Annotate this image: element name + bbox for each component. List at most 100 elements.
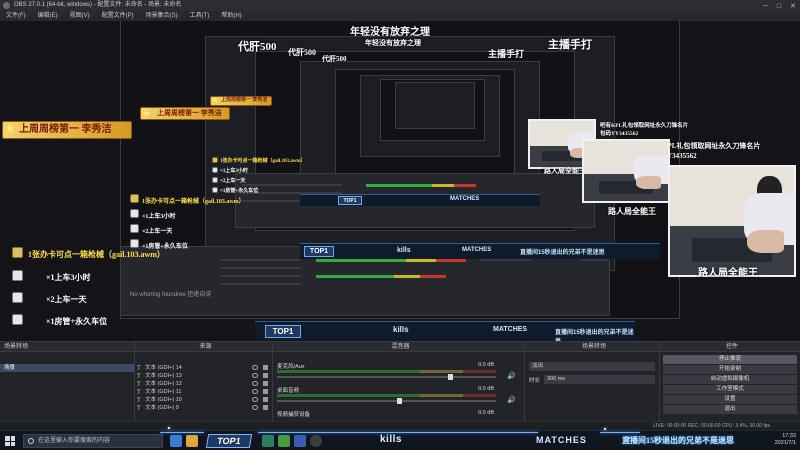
ribbon-weekly-rank-2: ★ 上周周榜第一 李秀洁: [140, 107, 230, 120]
menu-view[interactable]: 视图(V): [64, 11, 96, 21]
menu-file[interactable]: 文件(F): [0, 11, 32, 21]
controls-body: 停止推流 开始录制 启动虚拟摄像机 工作室模式 设置 退出: [660, 352, 800, 421]
duration-row: 时长 300 ms: [529, 375, 655, 384]
browser-icon[interactable]: [294, 435, 306, 447]
lock-icon[interactable]: [263, 373, 268, 378]
scenes-list[interactable]: 场景: [0, 352, 134, 421]
mixer-body: 麦克风/Aux 0.0 dB 🔊 桌面音频 0.0 dB 🔊 视频捕获设备 0.0 d…: [273, 352, 524, 421]
checklist-intro: 1张办卡可点一箱枪械（gail.103.awm）: [28, 250, 165, 259]
source-item[interactable]: T 文本 (GDI+) 12: [135, 380, 272, 388]
eye-icon[interactable]: [252, 397, 258, 402]
stop-streaming-button[interactable]: 停止推流: [663, 355, 797, 364]
exit-button[interactable]: 退出: [663, 405, 797, 414]
scenes-dock-title: 场景转场: [0, 342, 134, 352]
lock-icon[interactable]: [263, 389, 268, 394]
virtual-camera-button[interactable]: 启动虚拟摄像机: [663, 375, 797, 384]
star-icon: ★: [143, 109, 151, 118]
menu-profile[interactable]: 配置文件(P): [96, 11, 140, 21]
speaker-icon[interactable]: 🔊: [507, 396, 516, 404]
car-icon: [12, 292, 23, 303]
docks-panel: No whoring foundree 拒绝自说 场景转场 场景 +−⌃⌄ 来源…: [0, 341, 800, 431]
store-icon[interactable]: [262, 435, 274, 447]
mixer-dock: 混音器 麦克风/Aux 0.0 dB 🔊 桌面音频 0.0 dB 🔊 视频捕获设备 0…: [273, 342, 525, 431]
source-item[interactable]: T 文本 (GDI+) 10: [135, 396, 272, 404]
cam-label-medium: 路人局全能王: [608, 207, 656, 216]
hud-bar-small: TOP1 MATCHES: [300, 194, 540, 206]
system-clock[interactable]: 17:33 2021/7/1: [775, 433, 796, 447]
controls-dock: 控件 停止推流 开始录制 启动虚拟摄像机 工作室模式 设置 退出: [660, 342, 800, 431]
window-titlebar: OBS 27.0.1 (64-bit, windows) - 配置文件: 未命名…: [0, 0, 800, 11]
banner-left-top: 代肝500: [238, 41, 277, 53]
preview-canvas[interactable]: TOP1 MATCHES TOP1 kills MATCHES 直播间15秒退出…: [0, 21, 800, 341]
banner-right-large: 主播手打: [548, 39, 592, 51]
text-source-icon: T: [137, 406, 141, 412]
scene-item[interactable]: 场景: [0, 364, 134, 372]
source-item[interactable]: T 文本 (GDI+) 9: [135, 404, 272, 412]
taskbar-search-input[interactable]: 在这里输入你要搜索的内容: [23, 434, 163, 448]
lock-icon[interactable]: [263, 397, 268, 402]
eye-icon[interactable]: [252, 373, 258, 378]
matches-label: MATCHES: [536, 435, 587, 445]
car-icon: [12, 270, 23, 281]
eye-icon[interactable]: [252, 405, 258, 410]
overlay-title-small: 年轻没有放弃之理: [365, 39, 421, 47]
banner-right-top: 主播手打: [488, 49, 525, 59]
mixer-track-desktop: 桌面音频 0.0 dB 🔊: [277, 386, 516, 404]
settings-button[interactable]: 设置: [663, 395, 797, 404]
menu-help[interactable]: 帮助(H): [215, 11, 247, 21]
lock-icon[interactable]: [263, 405, 268, 410]
obs-screen: OBS 27.0.1 (64-bit, windows) - 配置文件: 未命名…: [0, 0, 800, 450]
menu-scene-collection[interactable]: 场景集合(S): [140, 11, 184, 21]
star-icon: ★: [5, 123, 15, 135]
status-bar: LIVE: 00:00:00 REC: 00:00:00 CPU: 3.4%, …: [0, 422, 800, 430]
webcam-view-large: [668, 165, 796, 277]
lock-icon[interactable]: [263, 365, 268, 370]
overlay-title: 年轻没有放弃之理: [350, 27, 430, 38]
transitions-body: 淡出 时长 300 ms: [525, 352, 659, 421]
sources-list[interactable]: T 文本 (GDI+) 14 T 文本 (GDI+) 13 T 文本 (GDI+) 1…: [135, 352, 272, 421]
hud-bar-medium: TOP1 kills MATCHES 直播间15秒退出的兄弟不是迷思: [300, 243, 660, 259]
file-explorer-icon[interactable]: [186, 435, 198, 447]
source-item[interactable]: T 文本 (GDI+) 13: [135, 372, 272, 380]
cam-label-small: 路人局全能王: [544, 168, 586, 175]
hud-bar-large: TOP1 kills MATCHES 直播间15秒退出的兄弟不是迷思: [255, 321, 635, 341]
eye-icon[interactable]: [252, 381, 258, 386]
source-item[interactable]: T 文本 (GDI+) 14: [135, 364, 272, 372]
sources-dock: 来源 T 文本 (GDI+) 14 T 文本 (GDI+) 13 T 文本 (GDI+…: [135, 342, 273, 431]
webcam-view-medium: [582, 139, 670, 203]
star-icon: ★: [213, 98, 219, 104]
eye-icon[interactable]: [252, 365, 258, 370]
lock-icon[interactable]: [263, 381, 268, 386]
obs-taskbar-icon[interactable]: [310, 435, 322, 447]
promo-small-2: 包码YY3435562: [600, 131, 639, 137]
sources-dock-title: 来源: [135, 342, 272, 352]
task-view-icon[interactable]: [170, 435, 182, 447]
nested-preview-8: [395, 82, 475, 129]
windows-start-icon[interactable]: [5, 436, 15, 446]
ribbon-weekly-rank: ★ 上周周榜第一 李秀洁: [2, 121, 132, 139]
menu-tools[interactable]: 工具(T): [184, 11, 216, 21]
mixer-track-video: 视频捕获设备 0.0 dB: [277, 410, 494, 418]
studio-mode-button[interactable]: 工作室模式: [663, 385, 797, 394]
gun-icon: [12, 314, 23, 325]
cam-label-large: 路人局全能王: [698, 268, 758, 279]
checklist-item-3: ×1房管+永久车位: [46, 317, 108, 326]
mixer-dock-title: 混音器: [273, 342, 524, 352]
source-hint-small: No whoring foundree 拒绝自说: [130, 292, 212, 298]
transitions-dock-title: 场景转场: [525, 342, 659, 352]
duration-input[interactable]: 300 ms: [544, 375, 655, 384]
window-title: OBS 27.0.1 (64-bit, windows) - 配置文件: 未命名…: [14, 2, 182, 8]
checklist-item-1: ×1上车3小时: [46, 273, 91, 282]
transition-select[interactable]: 淡出: [529, 362, 655, 371]
controls-dock-title: 控件: [660, 342, 800, 352]
source-item[interactable]: T 文本 (GDI+) 11: [135, 388, 272, 396]
menu-edit[interactable]: 编辑(E): [32, 11, 64, 21]
wechat-icon[interactable]: [278, 435, 290, 447]
ticker-text: 直播间15秒退出的兄弟不是迷思: [622, 436, 734, 445]
checklist-tiny: 1张办卡可点一箱枪械（gail.103.awm） ×1上车3小时 ×2上车一天 …: [212, 157, 306, 197]
eye-icon[interactable]: [252, 389, 258, 394]
volume-slider[interactable]: [277, 398, 496, 404]
start-recording-button[interactable]: 开始录制: [663, 365, 797, 374]
volume-slider[interactable]: [277, 374, 496, 380]
speaker-icon[interactable]: 🔊: [507, 372, 516, 380]
